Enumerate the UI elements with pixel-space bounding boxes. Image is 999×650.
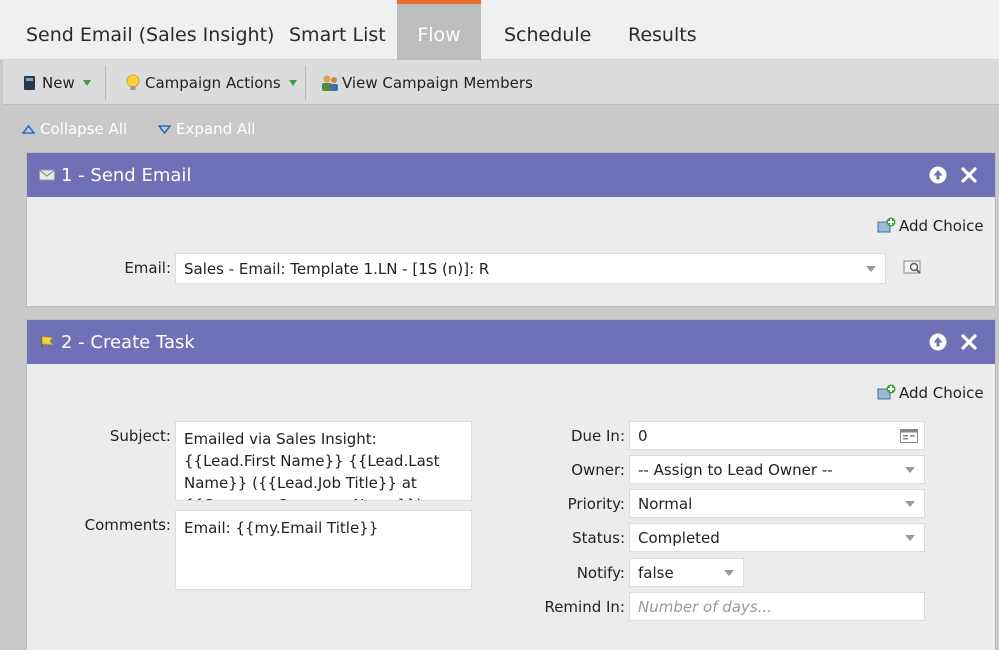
expand-icon xyxy=(158,124,171,134)
notify-select[interactable]: false xyxy=(629,558,744,587)
step-title: 2 - Create Task xyxy=(61,331,195,353)
toolbar-divider xyxy=(105,66,106,100)
comments-textarea[interactable]: Email: {{my.Email Title}} xyxy=(175,510,472,590)
members-icon xyxy=(322,75,338,91)
owner-value: -- Assign to Lead Owner -- xyxy=(638,460,833,479)
view-campaign-members-label: View Campaign Members xyxy=(342,73,533,92)
email-value: Sales - Email: Template 1.LN - [1S (n)]:… xyxy=(184,259,490,278)
add-choice-label: Add Choice xyxy=(899,384,984,402)
close-icon[interactable] xyxy=(960,333,978,351)
flow-step-send-email: 1 - Send Email Add Choice Email: Sales -… xyxy=(26,152,996,307)
priority-value: Normal xyxy=(638,494,693,513)
tab-results[interactable]: Results xyxy=(628,0,697,60)
chevron-down-icon xyxy=(724,569,734,576)
owner-label: Owner: xyxy=(571,461,625,479)
close-icon[interactable] xyxy=(960,166,978,184)
add-choice-icon xyxy=(877,217,896,233)
add-choice-button[interactable]: Add Choice xyxy=(877,217,984,235)
due-in-input[interactable]: 0 xyxy=(629,421,925,450)
step-header[interactable]: 2 - Create Task xyxy=(27,320,995,364)
remind-in-placeholder: Number of days... xyxy=(638,597,772,616)
campaign-actions-label: Campaign Actions xyxy=(145,73,281,92)
expand-all-button[interactable]: Expand All xyxy=(158,120,255,138)
add-choice-button[interactable]: Add Choice xyxy=(877,384,984,402)
calendar-icon[interactable] xyxy=(900,429,918,443)
status-value: Completed xyxy=(638,528,720,547)
tab-bar: Send Email (Sales Insight) Smart List Fl… xyxy=(0,0,999,60)
new-label: New xyxy=(42,73,75,92)
due-in-label: Due In: xyxy=(570,427,625,445)
priority-label: Priority: xyxy=(567,495,625,513)
view-campaign-members-button[interactable]: View Campaign Members xyxy=(320,60,533,105)
email-icon xyxy=(39,169,55,181)
collapse-icon xyxy=(22,124,35,134)
move-up-icon[interactable] xyxy=(929,333,947,351)
due-in-value: 0 xyxy=(638,426,648,445)
subject-label: Subject: xyxy=(109,427,171,445)
status-label: Status: xyxy=(572,529,625,547)
add-choice-label: Add Choice xyxy=(899,217,984,235)
lightbulb-icon xyxy=(126,74,140,90)
chevron-down-icon xyxy=(288,79,297,86)
owner-select[interactable]: -- Assign to Lead Owner -- xyxy=(629,455,925,484)
new-button[interactable]: New xyxy=(23,60,91,105)
flow-canvas: Collapse All Expand All 1 - Send Email A… xyxy=(3,106,999,650)
step-title: 1 - Send Email xyxy=(61,164,192,186)
chevron-down-icon xyxy=(866,265,876,272)
remind-in-label: Remind In: xyxy=(544,598,625,616)
toolbar-divider xyxy=(305,66,306,100)
flag-icon xyxy=(41,335,53,349)
status-select[interactable]: Completed xyxy=(629,523,925,552)
tab-flow[interactable]: Flow xyxy=(397,0,481,60)
email-label: Email: xyxy=(124,259,171,277)
chevron-down-icon xyxy=(905,534,915,541)
flow-step-create-task: 2 - Create Task Add Choice Subject: Emai… xyxy=(26,319,996,650)
tab-smart-list[interactable]: Smart List xyxy=(289,0,386,60)
campaign-actions-button[interactable]: Campaign Actions xyxy=(126,60,297,105)
tab-schedule[interactable]: Schedule xyxy=(504,0,591,60)
add-choice-icon xyxy=(877,384,896,400)
email-select[interactable]: Sales - Email: Template 1.LN - [1S (n)]:… xyxy=(175,253,886,284)
preview-icon[interactable] xyxy=(903,260,923,276)
priority-select[interactable]: Normal xyxy=(629,489,925,518)
chevron-down-icon xyxy=(905,500,915,507)
expand-all-label: Expand All xyxy=(176,120,256,138)
notify-value: false xyxy=(638,563,674,582)
move-up-icon[interactable] xyxy=(929,166,947,184)
new-icon xyxy=(24,75,35,90)
subject-textarea[interactable]: Emailed via Sales Insight: {{Lead.First … xyxy=(175,421,472,501)
comments-label: Comments: xyxy=(84,516,171,534)
collapse-all-button[interactable]: Collapse All xyxy=(22,120,127,138)
chevron-down-icon xyxy=(905,466,915,473)
chevron-down-icon xyxy=(82,79,91,86)
tab-send-email[interactable]: Send Email (Sales Insight) xyxy=(26,0,274,60)
toolbar: New Campaign Actions View Campaign Membe… xyxy=(3,60,999,105)
collapse-all-label: Collapse All xyxy=(40,120,128,138)
notify-label: Notify: xyxy=(576,564,625,582)
remind-in-input[interactable]: Number of days... xyxy=(629,592,925,621)
step-header[interactable]: 1 - Send Email xyxy=(27,153,995,197)
